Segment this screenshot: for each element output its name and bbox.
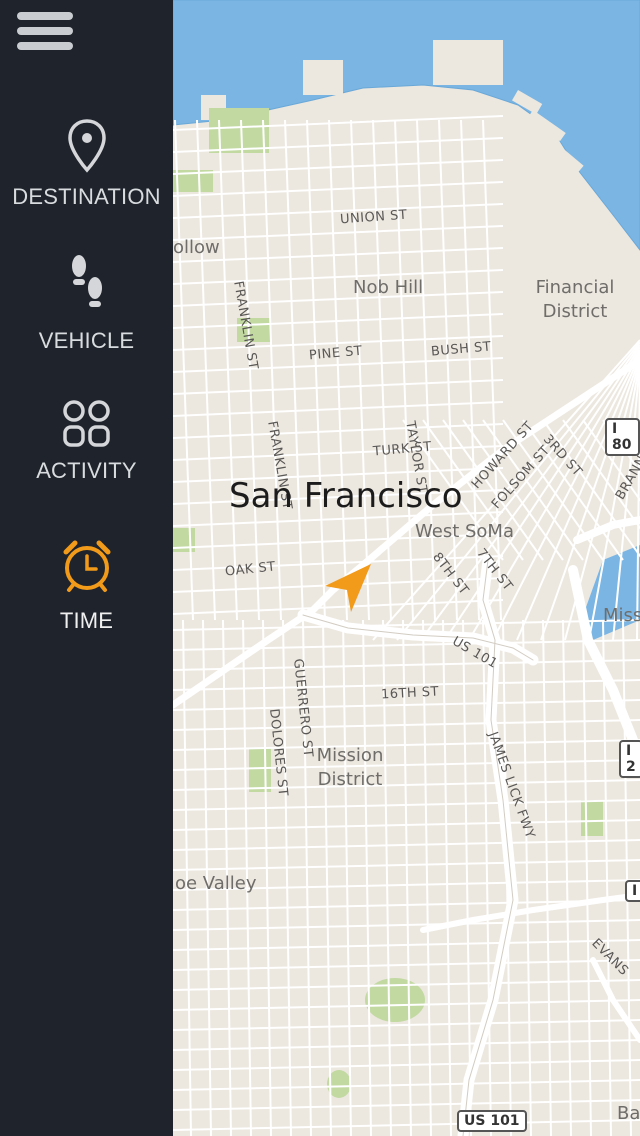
district-label: Financial District — [535, 277, 615, 322]
nav-label: DESTINATION — [12, 184, 161, 209]
hamburger-menu-icon[interactable] — [14, 8, 76, 54]
district-label: West SoMa — [415, 521, 514, 542]
map-pin-icon — [67, 119, 106, 173]
nav-label: ACTIVITY — [36, 458, 137, 483]
nav-label: TIME — [59, 608, 114, 633]
nav-item-activity[interactable]: ACTIVITY — [0, 398, 173, 484]
city-label: San Francisco — [229, 476, 463, 516]
district-label: Mission District — [316, 745, 384, 790]
district-label: ollow — [173, 237, 220, 258]
highway-shield: I — [625, 880, 640, 902]
highway-shield: US 101 — [457, 1110, 527, 1132]
sidebar: DESTINATION VEHICLE ACTIVITY TIME — [0, 0, 173, 1136]
nav-label: VEHICLE — [38, 328, 135, 353]
highway-shield: I 2 — [619, 740, 640, 778]
footsteps-icon — [71, 255, 102, 307]
nav-item-time[interactable]: TIME — [0, 538, 173, 634]
nav-item-destination[interactable]: DESTINATION — [0, 118, 173, 210]
nav-item-vehicle[interactable]: VEHICLE — [0, 252, 173, 354]
grid-icon — [62, 400, 110, 447]
street-label: 16TH ST — [380, 684, 440, 703]
district-label: Missi — [603, 605, 640, 626]
district-label: oe Valley — [175, 873, 257, 894]
alarm-clock-icon — [63, 540, 110, 592]
district-label: Ba — [617, 1103, 640, 1124]
highway-shield: I 80 — [605, 418, 640, 456]
navigation-arrow-icon[interactable] — [321, 560, 377, 616]
district-label: Nob Hill — [353, 277, 424, 298]
map-view[interactable]: UNION ST FRANKLIN ST PINE ST BUSH ST FRA… — [173, 0, 640, 1136]
